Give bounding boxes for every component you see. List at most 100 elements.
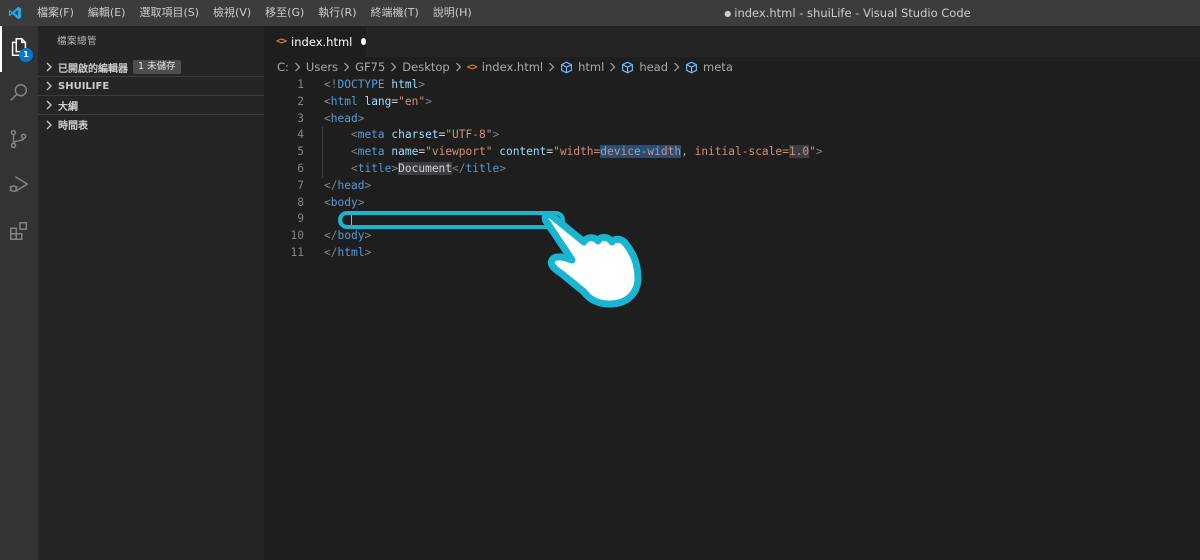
menu-run[interactable]: 執行(R)	[311, 0, 363, 26]
code-line: 4 <meta charset="UTF-8">	[264, 127, 1200, 144]
tab-index-html[interactable]: <> index.html	[264, 26, 366, 57]
explorer-sidebar: 檔案總管 已開啟的編輯器 1 未儲存 SHUILIFE 大綱 時間表	[38, 26, 264, 560]
menu-file[interactable]: 檔案(F)	[30, 0, 81, 26]
extensions-icon	[8, 220, 30, 246]
breadcrumb-file[interactable]: <> index.html	[467, 60, 543, 74]
indent-guide	[322, 127, 323, 178]
section-label: 時間表	[58, 121, 88, 132]
code-line: 11 </html>	[264, 245, 1200, 262]
breadcrumb-label: meta	[703, 60, 733, 74]
window-title-text: index.html - shuiLife - Visual Studio Co…	[734, 6, 971, 20]
line-number: 10	[290, 229, 304, 243]
line-content: </head>	[324, 178, 372, 192]
breadcrumb-symbol[interactable]: head	[621, 60, 668, 74]
sidebar-title: 檔案總管	[57, 36, 98, 47]
line-content: </html>	[324, 245, 372, 259]
word-highlight: 1.0	[788, 145, 810, 159]
word-highlight: Document	[398, 161, 453, 175]
line-content: <title>Document</title>	[350, 161, 506, 175]
line-content: <head>	[324, 111, 365, 125]
chevron-right-icon	[42, 81, 56, 91]
line-number: 11	[290, 245, 304, 259]
menu-selection[interactable]: 選取項目(S)	[132, 0, 206, 26]
line-content: <html lang="en">	[324, 94, 432, 108]
code-line: 2 <html lang="en">	[264, 94, 1200, 111]
html-file-icon: <>	[466, 61, 478, 73]
selection-highlight: device-width	[600, 145, 682, 159]
section-timeline[interactable]: 時間表	[38, 115, 264, 134]
menu-edit[interactable]: 編輯(E)	[81, 0, 133, 26]
activity-search[interactable]	[0, 72, 38, 118]
breadcrumb-item[interactable]: Desktop	[402, 60, 449, 74]
activity-extensions[interactable]	[0, 210, 38, 256]
symbol-element-icon	[560, 61, 573, 74]
code-line: 1 <!DOCTYPE html>	[264, 77, 1200, 94]
code-editor[interactable]: 1 <!DOCTYPE html> 2 <html lang="en"> 3 <…	[264, 77, 1200, 262]
line-number: 1	[297, 78, 304, 91]
activity-explorer[interactable]: 1	[0, 26, 38, 72]
code-line: 6 <title>Document</title>	[264, 161, 1200, 178]
menu-go[interactable]: 移至(G)	[258, 0, 311, 26]
chevron-right-icon	[42, 120, 56, 130]
chevron-right-icon	[390, 62, 397, 72]
code-line: 10 </body>	[264, 228, 1200, 245]
chevron-right-icon	[673, 62, 680, 72]
breadcrumb-item[interactable]: C:	[277, 60, 289, 74]
breadcrumb-label: head	[639, 60, 669, 74]
pointing-hand-icon	[538, 208, 648, 312]
breadcrumb-label: index.html	[481, 60, 544, 74]
html-file-icon: <>	[276, 36, 287, 47]
code-line: 8 <body>	[264, 195, 1200, 212]
line-number: 2	[297, 94, 304, 108]
highlight-callout	[338, 211, 565, 229]
unsaved-dot-icon[interactable]	[361, 38, 366, 45]
menu-terminal[interactable]: 終端機(T)	[364, 0, 426, 26]
menu-bar: 檔案(F) 編輯(E) 選取項目(S) 檢視(V) 移至(G) 執行(R) 終端…	[30, 0, 479, 26]
menu-help[interactable]: 說明(H)	[426, 0, 479, 26]
section-label: 大綱	[58, 101, 78, 113]
code-line: 5 <meta name="viewport" content="width=d…	[264, 144, 1200, 161]
editor-area: <> index.html C: Users GF75 Desktop <> in…	[264, 26, 1200, 560]
breadcrumb-symbol[interactable]: meta	[685, 60, 733, 74]
explorer-badge: 1	[19, 48, 33, 62]
line-content: </body>	[324, 229, 372, 243]
section-label: SHUILIFE	[58, 80, 110, 92]
line-number: 4	[297, 128, 304, 142]
activity-bar: 1	[0, 26, 38, 560]
breadcrumb-label: html	[578, 60, 605, 74]
breadcrumb-symbol[interactable]: html	[560, 60, 604, 74]
line-number: 3	[297, 111, 304, 125]
tab-label: index.html	[291, 34, 353, 49]
breadcrumb-item[interactable]: Users	[306, 60, 338, 74]
activity-source-control[interactable]	[0, 118, 38, 164]
line-content: <meta charset="UTF-8">	[350, 128, 500, 142]
section-outline[interactable]: 大綱	[38, 96, 264, 115]
line-content: <!DOCTYPE html>	[324, 78, 426, 91]
line-content: <meta name="viewport" content="width=dev…	[350, 145, 823, 159]
chevron-right-icon	[294, 62, 301, 72]
chevron-right-icon	[548, 62, 555, 72]
chevron-right-icon	[609, 62, 616, 72]
section-label: 已開啟的編輯器	[58, 63, 128, 75]
run-debug-icon	[8, 174, 30, 200]
line-number: 8	[297, 195, 304, 209]
breadcrumb-item[interactable]: GF75	[355, 60, 385, 74]
editor-tabs: <> index.html	[264, 26, 1200, 57]
source-control-icon	[8, 128, 30, 154]
line-content: <body>	[324, 195, 365, 209]
line-number: 5	[297, 145, 304, 159]
section-workspace[interactable]: SHUILIFE	[38, 77, 264, 96]
activity-run-debug[interactable]	[0, 164, 38, 210]
section-open-editors[interactable]: 已開啟的編輯器 1 未儲存	[38, 58, 264, 77]
menu-view[interactable]: 檢視(V)	[206, 0, 258, 26]
symbol-element-icon	[685, 61, 698, 74]
breadcrumb: C: Users GF75 Desktop <> index.html html …	[264, 57, 1200, 77]
line-number: 9	[297, 212, 304, 226]
search-icon	[8, 82, 30, 108]
symbol-element-icon	[621, 61, 634, 74]
unsaved-count-badge: 1 未儲存	[133, 60, 181, 74]
line-number: 6	[297, 161, 304, 175]
code-line: 3 <head>	[264, 111, 1200, 128]
chevron-right-icon	[455, 62, 462, 72]
chevron-right-icon	[42, 62, 56, 72]
